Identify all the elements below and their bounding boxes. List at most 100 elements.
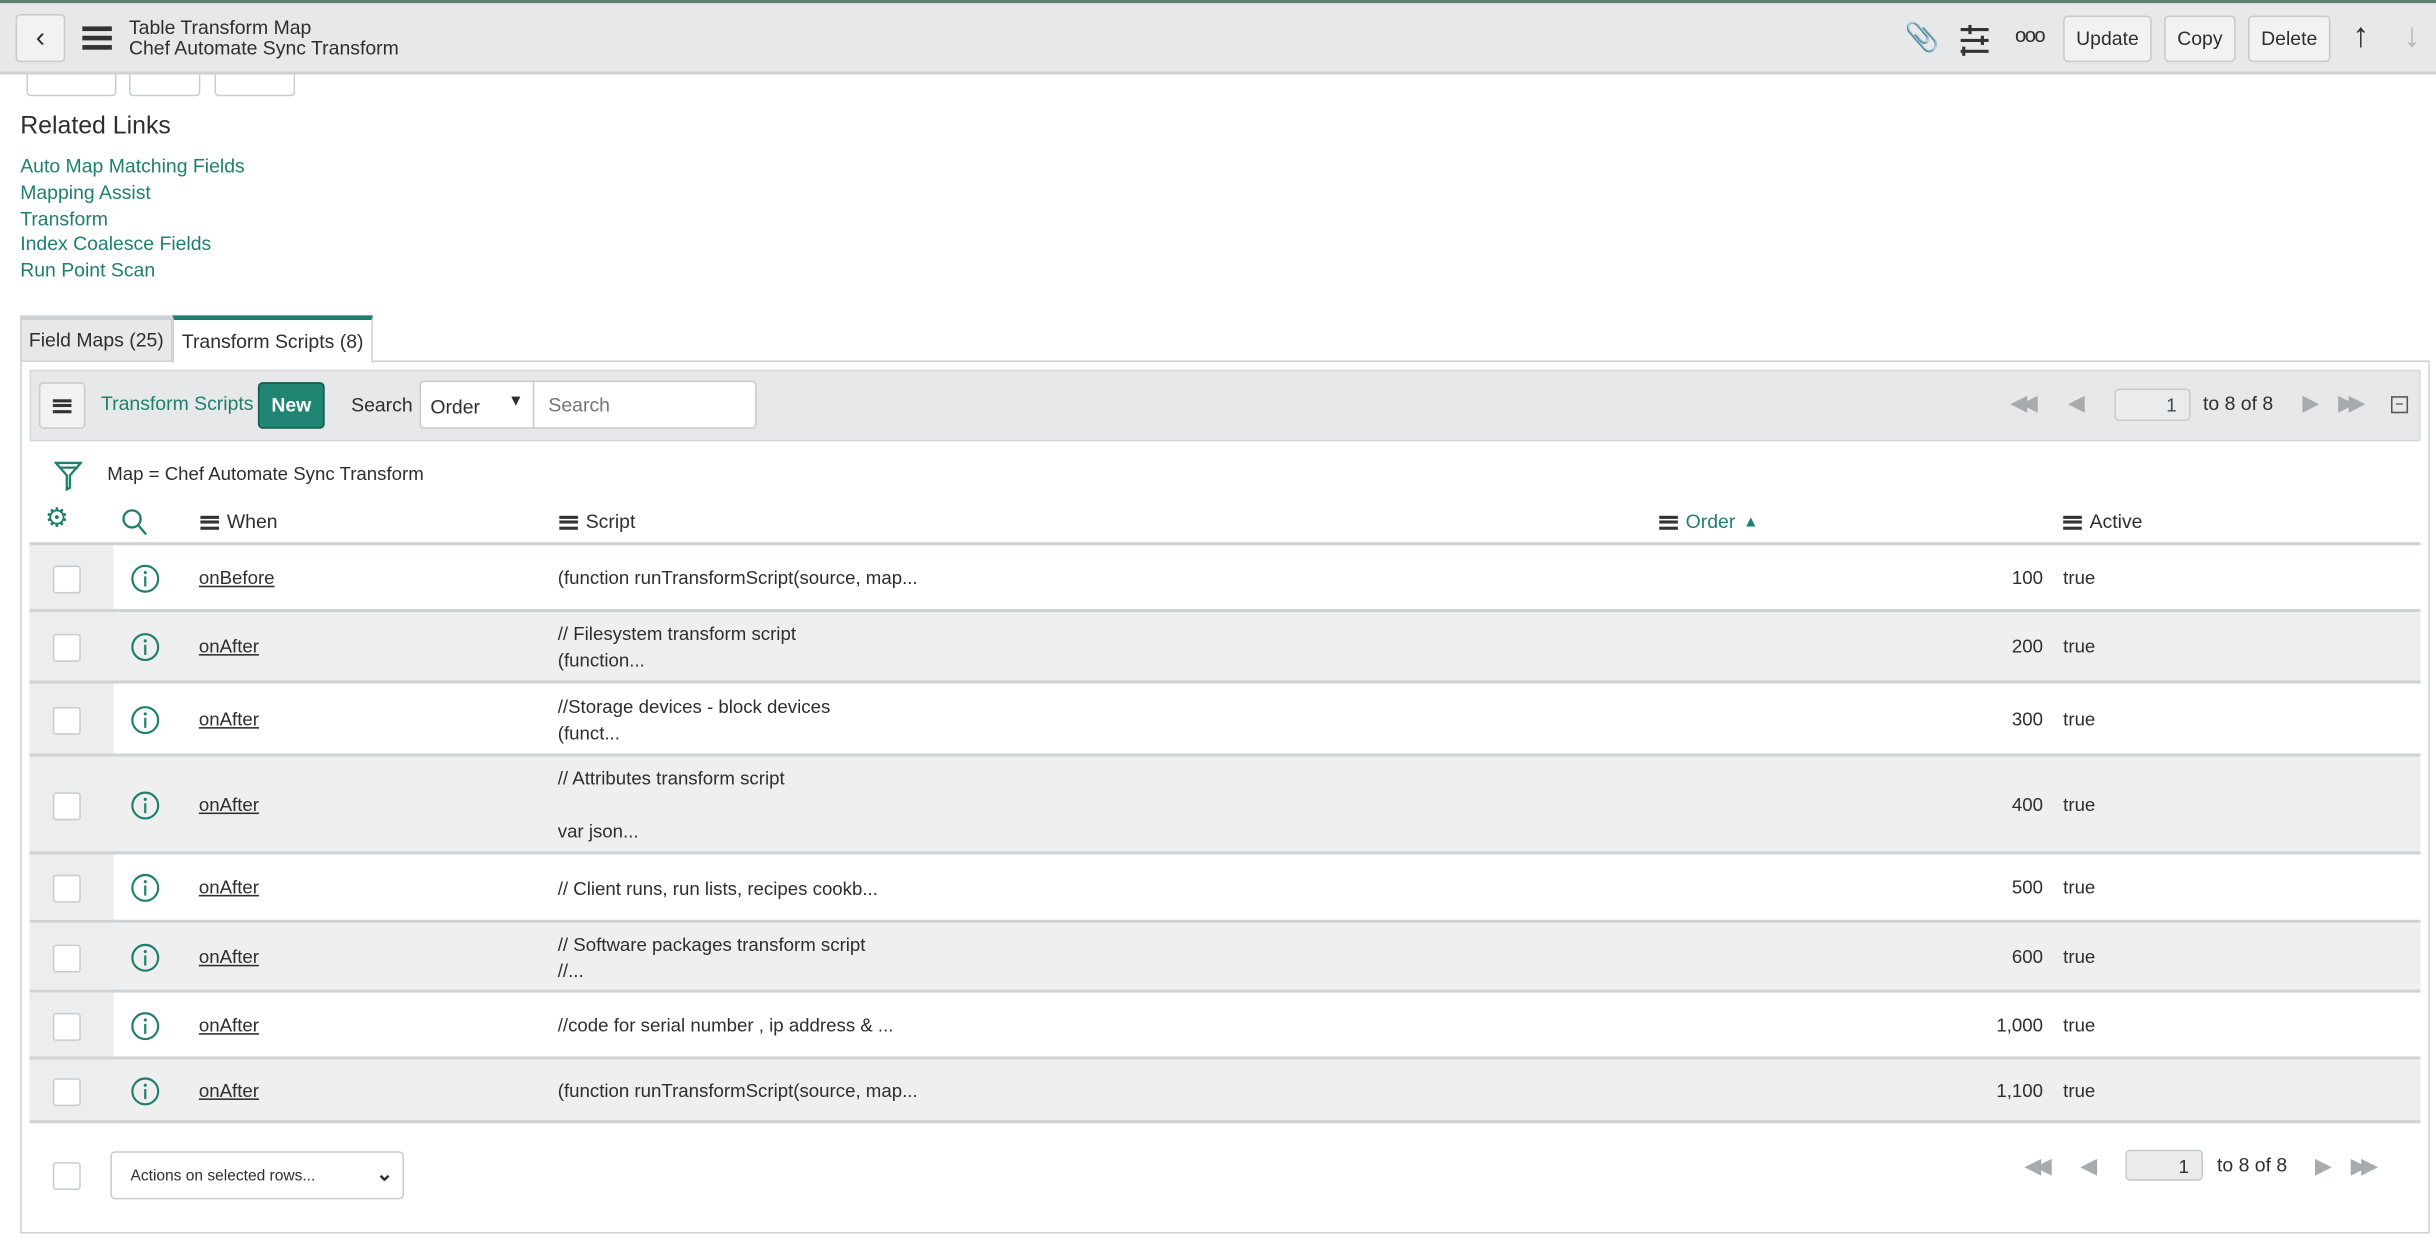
tab-field-maps[interactable]: Field Maps (25) [20, 315, 173, 362]
previous-page-icon[interactable]: ◀ [2080, 1153, 2097, 1179]
update-button[interactable]: Update [2063, 15, 2152, 63]
next-record-arrow-icon[interactable]: ↓ [2403, 16, 2420, 56]
list-toolbar: Transform Scripts New Search Order ▼ ◀◀ ◀… [29, 369, 2421, 442]
table-row: onAfter (function runTransformScript(sou… [29, 1059, 2421, 1124]
hidden-button[interactable] [214, 74, 296, 97]
delete-button[interactable]: Delete [2248, 15, 2331, 63]
script-line: // Client runs, run lists, recipes cookb… [557, 877, 878, 899]
paperclip-icon[interactable]: 📎 [1905, 22, 1940, 55]
order-cell: 300 [2011, 707, 2043, 730]
column-header-script[interactable]: Script [559, 511, 635, 533]
active-cell: true [2063, 793, 2096, 815]
info-icon[interactable] [131, 1011, 161, 1041]
when-link[interactable]: onAfter [199, 634, 259, 660]
column-header-active[interactable]: Active [2063, 511, 2142, 533]
table-row: onAfter // Filesystem transform script (f… [29, 612, 2421, 684]
search-field-select[interactable]: Order ▼ [419, 380, 535, 429]
menu-icon [52, 398, 72, 413]
script-line: // Attributes transform script [557, 767, 785, 790]
link-mapping-assist[interactable]: Mapping Assist [20, 182, 151, 204]
row-checkbox[interactable] [52, 791, 81, 820]
list-menu-button[interactable] [38, 382, 86, 429]
info-icon[interactable] [131, 563, 161, 593]
column-header-when[interactable]: When [200, 511, 278, 533]
active-cell: true [2063, 1013, 2096, 1036]
page-range-bottom: to 8 of 8 [2216, 1154, 2288, 1177]
page-range: to 8 of 8 [2203, 393, 2274, 415]
sliders-icon[interactable] [1959, 24, 1990, 56]
form-title: Table Transform Map [128, 17, 312, 39]
script-line: (function runTransformScript(source, map… [557, 567, 918, 589]
list-title[interactable]: Transform Scripts [101, 393, 254, 415]
more-options-icon[interactable]: ooo [2015, 23, 2046, 46]
row-checkbox[interactable] [52, 1077, 81, 1106]
tab-transform-scripts[interactable]: Transform Scripts (8) [172, 315, 373, 364]
first-page-icon[interactable]: ◀◀ [2010, 390, 2037, 416]
info-icon[interactable] [131, 705, 161, 735]
table-row: onAfter // Attributes transform script va… [29, 756, 2421, 855]
column-menu-icon[interactable] [559, 515, 578, 530]
next-page-icon[interactable]: ▶ [2302, 390, 2319, 416]
link-index-coalesce[interactable]: Index Coalesce Fields [20, 233, 211, 255]
actions-select[interactable]: Actions on selected rows... ⌄ [110, 1151, 404, 1200]
when-link[interactable]: onBefore [199, 565, 275, 591]
link-transform[interactable]: Transform [20, 208, 108, 230]
row-checkbox[interactable] [52, 633, 81, 662]
search-icon[interactable] [121, 508, 149, 536]
page-input[interactable]: 1 [2114, 388, 2191, 422]
info-icon[interactable] [131, 942, 161, 972]
script-cell: // Attributes transform script var json..… [558, 766, 785, 845]
copy-button[interactable]: Copy [2164, 15, 2236, 63]
when-link[interactable]: onAfter [199, 792, 259, 818]
gear-icon[interactable]: ⚙ [45, 503, 69, 534]
link-run-point-scan[interactable]: Run Point Scan [20, 259, 155, 281]
when-link[interactable]: onAfter [199, 706, 259, 732]
info-icon[interactable] [131, 790, 161, 820]
hidden-button[interactable] [26, 74, 117, 97]
column-menu-icon[interactable] [2063, 515, 2082, 530]
hidden-button[interactable] [128, 74, 201, 97]
script-cell: (function runTransformScript(source, map… [558, 1078, 918, 1104]
active-cell: true [2063, 945, 2096, 968]
first-page-icon[interactable]: ◀◀ [2024, 1153, 2051, 1179]
row-checkbox[interactable] [52, 874, 81, 903]
order-cell: 1,000 [1996, 1013, 2043, 1036]
link-auto-map[interactable]: Auto Map Matching Fields [20, 155, 245, 177]
order-cell: 1,100 [1996, 1078, 2043, 1101]
row-checkbox[interactable] [52, 1012, 81, 1041]
dropdown-arrow-icon: ▼ [508, 393, 524, 411]
last-page-icon[interactable]: ▶▶ [2338, 390, 2365, 416]
previous-record-arrow-icon[interactable]: ↑ [2352, 16, 2369, 56]
when-link[interactable]: onAfter [199, 1077, 259, 1103]
row-checkbox[interactable] [52, 564, 81, 593]
menu-icon[interactable] [82, 26, 112, 50]
next-page-icon[interactable]: ▶ [2315, 1153, 2332, 1179]
column-menu-icon[interactable] [1659, 515, 1678, 530]
previous-page-icon[interactable]: ◀ [2068, 390, 2085, 416]
search-input[interactable] [532, 380, 757, 429]
row-checkbox[interactable] [52, 943, 81, 972]
page-input-bottom[interactable]: 1 [2125, 1149, 2204, 1181]
when-link[interactable]: onAfter [199, 1012, 259, 1038]
when-link[interactable]: onAfter [199, 944, 259, 970]
order-cell: 200 [2011, 635, 2043, 658]
script-line: //code for serial number , ip address & … [557, 1014, 894, 1037]
back-button[interactable]: ‹ [15, 13, 66, 63]
script-cell: //Storage devices - block devices (funct.… [558, 694, 831, 747]
last-page-icon[interactable]: ▶▶ [2351, 1153, 2378, 1179]
column-menu-icon[interactable] [200, 515, 220, 530]
when-link[interactable]: onAfter [199, 875, 259, 901]
row-checkbox[interactable] [52, 706, 81, 735]
info-icon[interactable] [131, 1076, 161, 1106]
column-label: When [226, 511, 278, 533]
collapse-icon[interactable]: − [2390, 396, 2409, 414]
select-all-checkbox[interactable] [52, 1162, 81, 1191]
script-line: (function... [557, 649, 645, 672]
info-icon[interactable] [131, 873, 161, 903]
info-icon[interactable] [131, 632, 161, 662]
column-header-order[interactable]: Order ▲ [1659, 511, 1758, 533]
filter-icon[interactable] [54, 460, 83, 491]
new-button[interactable]: New [257, 382, 325, 429]
filter-breadcrumb[interactable]: Map = Chef Automate Sync Transform [107, 463, 424, 485]
script-line: (funct... [557, 721, 620, 744]
